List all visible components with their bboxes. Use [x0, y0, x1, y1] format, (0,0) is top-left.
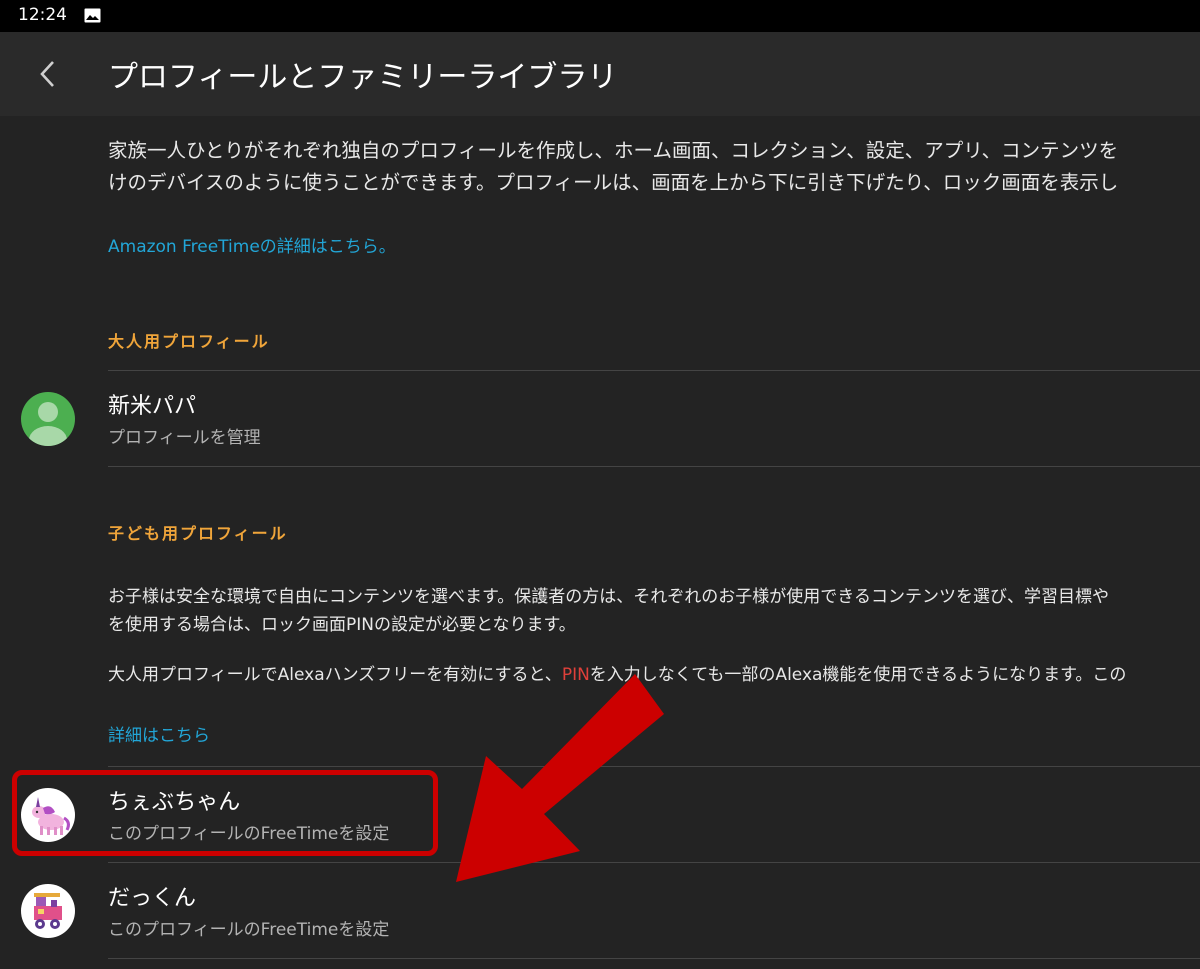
settings-content[interactable]: 家族一人ひとりがそれぞれ独自のプロフィールを作成し、ホーム画面、コレクション、設… — [0, 116, 1200, 969]
back-button[interactable] — [24, 50, 72, 98]
avatar — [21, 884, 75, 938]
intro-line-1: 家族一人ひとりがそれぞれ独自のプロフィールを作成し、ホーム画面、コレクション、設… — [108, 139, 1119, 162]
person-icon — [29, 402, 67, 446]
child-desc-line-1: お子様は安全な環境で自由にコンテンツを選べます。保護者の方は、それぞれのお子様が… — [108, 587, 1109, 607]
profile-subtitle: このプロフィールのFreeTimeを設定 — [108, 920, 390, 940]
status-time: 12:24 — [18, 5, 67, 25]
profile-subtitle: プロフィールを管理 — [108, 428, 261, 448]
red-arrow-annotation — [456, 674, 664, 882]
status-bar: 12:24 — [0, 0, 1200, 32]
intro-line-2: けのデバイスのように使うことができます。プロフィールは、画面を上から下に引き下げ… — [108, 171, 1119, 194]
avatar — [21, 392, 75, 446]
adult-profiles-header: 大人用プロフィール — [108, 332, 270, 351]
freetime-details-link[interactable]: Amazon FreeTimeの詳細はこちら。 — [108, 232, 396, 257]
child-details-link[interactable]: 詳細はこちら — [108, 721, 210, 746]
profile-name: だっくん — [108, 886, 197, 911]
app-bar: プロフィールとファミリーライブラリ — [0, 32, 1200, 116]
divider — [108, 958, 1200, 959]
child-desc-line-2: を使用する場合は、ロック画面PINの設定が必要となります。 — [108, 615, 576, 635]
image-icon — [84, 8, 101, 23]
highlight-box — [12, 770, 438, 856]
train-icon — [34, 893, 62, 929]
alexa-notice-part: を入力しなくても一部のAlexa機能を使用できるようになります。この — [589, 665, 1127, 685]
profile-row-adult[interactable]: 新米パパ プロフィールを管理 — [0, 370, 1200, 466]
chevron-left-icon — [40, 61, 54, 87]
page-title: プロフィールとファミリーライブラリ — [108, 60, 618, 95]
divider — [108, 466, 1200, 467]
child-profiles-header: 子ども用プロフィール — [108, 524, 288, 543]
profile-name: 新米パパ — [108, 394, 197, 419]
